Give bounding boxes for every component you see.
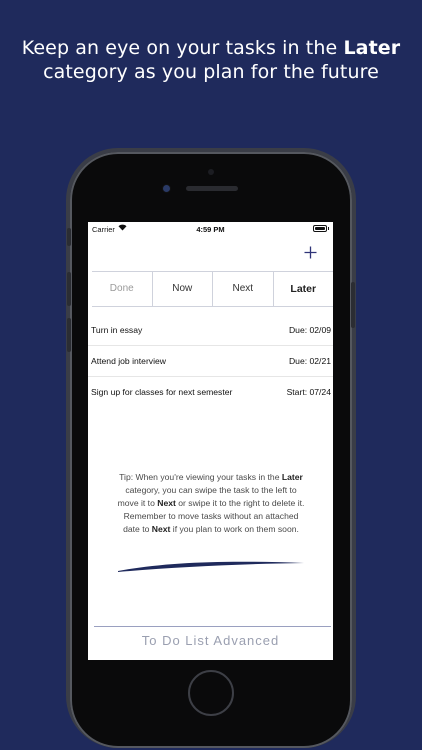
task-name: Sign up for classes for next semester <box>91 387 233 397</box>
status-bar: Carrier 4:59 PM <box>88 222 333 236</box>
battery-icon <box>313 225 327 232</box>
tip-bold-next: Next <box>157 498 176 508</box>
proximity-sensor <box>208 169 214 175</box>
task-row[interactable]: Attend job interview Due: 02/21 <box>88 346 333 377</box>
tip-bold-next-2: Next <box>151 524 171 534</box>
task-date: Due: 02/21 <box>288 356 331 366</box>
task-name: Turn in essay <box>91 325 143 335</box>
earpiece-speaker <box>186 186 238 191</box>
status-time: 4:59 PM <box>196 225 225 234</box>
plus-icon[interactable] <box>304 243 317 263</box>
task-list: Turn in essay Due: 02/09 Attend job inte… <box>88 315 333 407</box>
task-date: Due: 02/09 <box>288 325 331 335</box>
brush-stroke-divider <box>118 561 304 572</box>
headline-highlight: Later <box>343 37 401 59</box>
task-row[interactable]: Sign up for classes for next semester St… <box>88 377 333 407</box>
tab-later[interactable]: Later <box>274 272 334 306</box>
app-title-footer: To Do List Advanced <box>141 633 280 648</box>
headline-part2: category as you plan for the future <box>43 61 379 83</box>
footer-divider <box>94 626 331 627</box>
home-button[interactable] <box>188 670 234 716</box>
tip-text: Tip: When you're viewing your tasks in t… <box>116 471 306 536</box>
front-camera <box>163 185 170 192</box>
volume-down-button <box>67 318 71 352</box>
tip-text-1: Tip: When you're viewing your tasks in t… <box>119 472 282 482</box>
task-date: Start: 07/24 <box>286 387 331 397</box>
mute-switch <box>67 228 71 246</box>
tip-bold-later: Later <box>281 472 303 482</box>
app-screen: Carrier 4:59 PM Done Now Next Later Turn… <box>88 222 333 660</box>
battery-cap <box>327 227 329 230</box>
power-button <box>351 282 355 328</box>
tab-done[interactable]: Done <box>92 272 153 306</box>
category-tabs: Done Now Next Later <box>92 271 333 307</box>
headline: Keep an eye on your tasks in the Later c… <box>0 36 422 84</box>
volume-up-button <box>67 272 71 306</box>
tab-next[interactable]: Next <box>213 272 274 306</box>
tab-now[interactable]: Now <box>153 272 213 306</box>
tip-text-4: if you plan to work on them soon. <box>170 524 299 534</box>
task-row[interactable]: Turn in essay Due: 02/09 <box>88 315 333 346</box>
task-name: Attend job interview <box>91 356 166 366</box>
headline-part1: Keep an eye on your tasks in the <box>21 37 344 59</box>
